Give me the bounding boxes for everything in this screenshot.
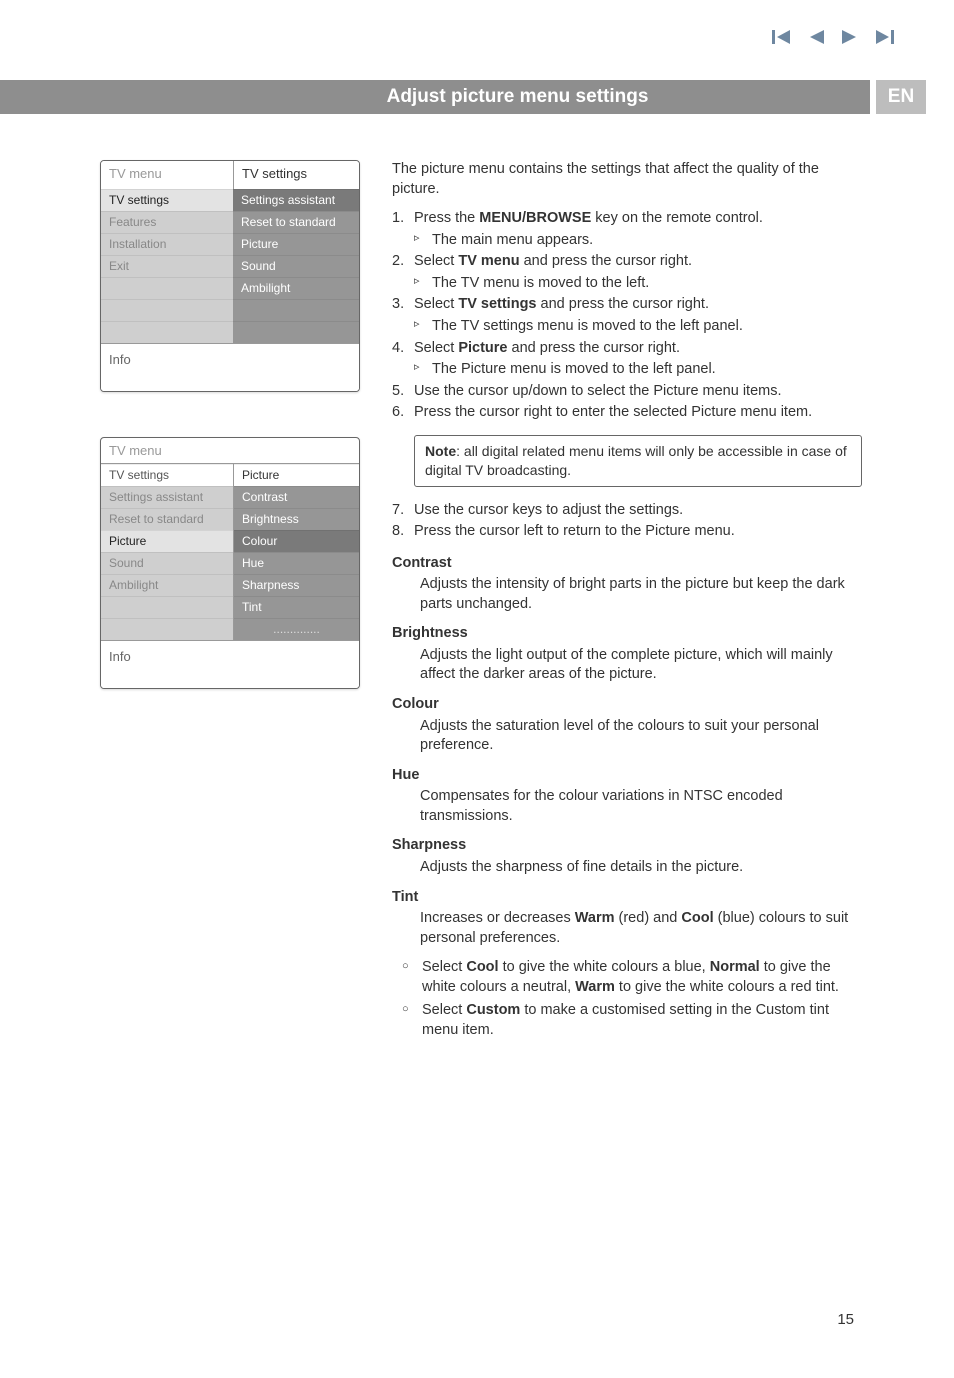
step-8-num: 8. bbox=[392, 522, 414, 542]
menu2-left-ambilight: Ambilight bbox=[101, 574, 233, 596]
step-6-num: 6. bbox=[392, 403, 414, 423]
step-1: Press the MENU/BROWSE key on the remote … bbox=[414, 209, 862, 229]
menu2-left-reset: Reset to standard bbox=[101, 508, 233, 530]
step-5-num: 5. bbox=[392, 382, 414, 402]
contrast-heading: Contrast bbox=[392, 554, 862, 574]
tv-menu-screenshot-2: TV menu TV settings Settings assistant R… bbox=[100, 437, 360, 689]
menu2-right-colour: Colour bbox=[234, 530, 359, 552]
sharpness-heading: Sharpness bbox=[392, 836, 862, 856]
menu1-header-right: TV settings bbox=[233, 161, 359, 189]
menu2-sub-right: Picture bbox=[234, 464, 359, 486]
step-8: Press the cursor left to return to the P… bbox=[414, 522, 862, 542]
hue-heading: Hue bbox=[392, 766, 862, 786]
menu1-left-blank2 bbox=[101, 299, 233, 321]
step-3-num: 3. bbox=[392, 295, 414, 315]
steps-list: 1.Press the MENU/BROWSE key on the remot… bbox=[392, 209, 862, 423]
note-box: Note: all digital related menu items wil… bbox=[414, 435, 862, 487]
triangle-icon: ▹ bbox=[414, 317, 432, 337]
step-7: Use the cursor keys to adjust the settin… bbox=[414, 501, 862, 521]
menu2-left-picture: Picture bbox=[101, 530, 233, 552]
step-4: Select Picture and press the cursor righ… bbox=[414, 339, 862, 359]
tint-bullet-1: ○ Select Cool to give the white colours … bbox=[392, 958, 862, 997]
menu2-right-sharpness: Sharpness bbox=[234, 574, 359, 596]
circle-bullet-icon: ○ bbox=[402, 958, 422, 997]
menu2-right-more: .............. bbox=[234, 618, 359, 640]
page-number: 15 bbox=[837, 1311, 854, 1328]
triangle-icon: ▹ bbox=[414, 360, 432, 380]
prev-page-icon[interactable] bbox=[808, 30, 824, 44]
step-3: Select TV settings and press the cursor … bbox=[414, 295, 862, 315]
brightness-body: Adjusts the light output of the complete… bbox=[392, 646, 862, 685]
menu1-left-blank3 bbox=[101, 321, 233, 343]
menu2-info: Info bbox=[101, 640, 359, 688]
menu2-left-blank bbox=[101, 596, 233, 618]
step-5: Use the cursor up/down to select the Pic… bbox=[414, 382, 862, 402]
colour-heading: Colour bbox=[392, 695, 862, 715]
menu2-header: TV menu bbox=[101, 438, 359, 463]
note-head: Note bbox=[425, 443, 456, 459]
note-text: : all digital related menu items will on… bbox=[425, 443, 847, 478]
contrast-body: Adjusts the intensity of bright parts in… bbox=[392, 575, 862, 614]
triangle-icon: ▹ bbox=[414, 274, 432, 294]
sharpness-body: Adjusts the sharpness of fine details in… bbox=[392, 858, 862, 878]
menu1-left-tv-settings: TV settings bbox=[101, 189, 233, 211]
language-badge: EN bbox=[876, 80, 926, 114]
menu1-right-blank bbox=[233, 299, 359, 321]
menu1-right-ambilight: Ambilight bbox=[233, 277, 359, 299]
colour-body: Adjusts the saturation level of the colo… bbox=[392, 717, 862, 756]
intro-paragraph: The picture menu contains the settings t… bbox=[392, 160, 862, 199]
menu1-right-settings-assistant: Settings assistant bbox=[233, 189, 359, 211]
menu1-right-blank2 bbox=[233, 321, 359, 343]
last-page-icon[interactable] bbox=[876, 30, 894, 44]
step-4-result: The Picture menu is moved to the left pa… bbox=[432, 360, 862, 380]
menu1-header-left: TV menu bbox=[101, 161, 233, 189]
brightness-heading: Brightness bbox=[392, 624, 862, 644]
step-1-result: The main menu appears. bbox=[432, 231, 862, 251]
menu1-left-exit: Exit bbox=[101, 255, 233, 277]
menu2-right-contrast: Contrast bbox=[234, 486, 359, 508]
step-1-num: 1. bbox=[392, 209, 414, 229]
menu1-left-features: Features bbox=[101, 211, 233, 233]
first-page-icon[interactable] bbox=[772, 30, 790, 44]
menu-illustrations: TV menu TV settings TV settings Features… bbox=[100, 160, 360, 689]
menu1-right-reset: Reset to standard bbox=[233, 211, 359, 233]
tint-intro: Increases or decreases Warm (red) and Co… bbox=[392, 909, 862, 948]
tint-heading: Tint bbox=[392, 888, 862, 908]
menu2-left-sound: Sound bbox=[101, 552, 233, 574]
step-2-result: The TV menu is moved to the left. bbox=[432, 274, 862, 294]
menu2-sub-left: TV settings bbox=[101, 464, 233, 486]
step-2: Select TV menu and press the cursor righ… bbox=[414, 252, 862, 272]
menu1-info: Info bbox=[101, 343, 359, 391]
circle-bullet-icon: ○ bbox=[402, 1001, 422, 1040]
menu1-left-installation: Installation bbox=[101, 233, 233, 255]
triangle-icon: ▹ bbox=[414, 231, 432, 251]
page-title-bar: Adjust picture menu settings bbox=[0, 80, 870, 114]
body-text: The picture menu contains the settings t… bbox=[392, 160, 862, 1044]
menu2-left-blank2 bbox=[101, 618, 233, 640]
next-page-icon[interactable] bbox=[842, 30, 858, 44]
menu2-right-hue: Hue bbox=[234, 552, 359, 574]
step-6: Press the cursor right to enter the sele… bbox=[414, 403, 862, 423]
menu1-left-blank bbox=[101, 277, 233, 299]
step-7-num: 7. bbox=[392, 501, 414, 521]
hue-body: Compensates for the colour variations in… bbox=[392, 787, 862, 826]
menu2-left-settings-assistant: Settings assistant bbox=[101, 486, 233, 508]
menu1-right-sound: Sound bbox=[233, 255, 359, 277]
tv-menu-screenshot-1: TV menu TV settings TV settings Features… bbox=[100, 160, 360, 392]
page-title: Adjust picture menu settings bbox=[0, 86, 870, 108]
step-3-result: The TV settings menu is moved to the lef… bbox=[432, 317, 862, 337]
tint-bullet-2: ○ Select Custom to make a customised set… bbox=[392, 1001, 862, 1040]
menu2-right-brightness: Brightness bbox=[234, 508, 359, 530]
step-2-num: 2. bbox=[392, 252, 414, 272]
step-4-num: 4. bbox=[392, 339, 414, 359]
menu2-right-tint: Tint bbox=[234, 596, 359, 618]
menu1-right-picture: Picture bbox=[233, 233, 359, 255]
nav-controls bbox=[772, 30, 894, 44]
